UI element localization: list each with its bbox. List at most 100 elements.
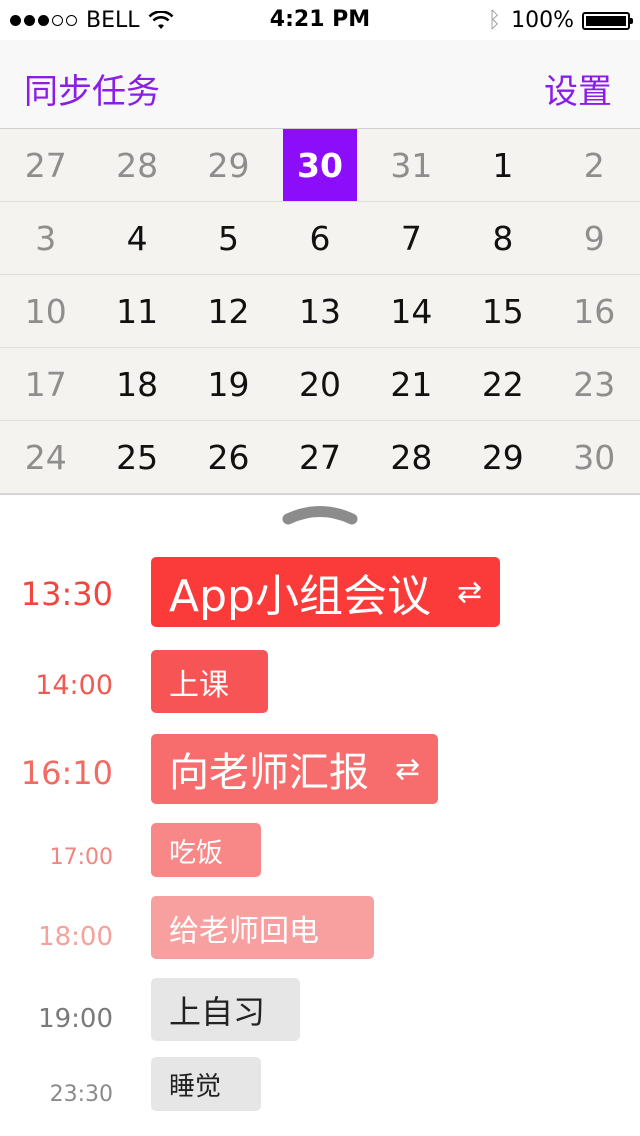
calendar-day[interactable]: 7 bbox=[366, 202, 457, 274]
calendar-day[interactable]: 6 bbox=[274, 202, 365, 274]
calendar-day-label: 28 bbox=[390, 437, 433, 477]
event-chip[interactable]: 向老师汇报 ⇄ bbox=[151, 734, 439, 804]
repeat-icon: ⇄ bbox=[456, 574, 483, 610]
calendar-day-label: 14 bbox=[390, 291, 433, 331]
calendar-day[interactable]: 30 bbox=[274, 129, 365, 201]
wifi-icon bbox=[148, 10, 173, 29]
event-chip[interactable]: 上课 bbox=[151, 650, 268, 713]
event-time: 13:30 bbox=[20, 575, 113, 613]
calendar-day-label: 3 bbox=[35, 218, 57, 258]
collapse-handle-icon[interactable] bbox=[282, 502, 358, 526]
calendar-day[interactable]: 2 bbox=[549, 129, 640, 201]
calendar-day-label: 30 bbox=[573, 437, 616, 477]
calendar-day[interactable]: 30 bbox=[549, 421, 640, 493]
calendar-day[interactable]: 31 bbox=[366, 129, 457, 201]
event-row: 17:00 吃饭 bbox=[0, 823, 640, 877]
calendar-week-row: 24 25 26 27 28 29 30 bbox=[0, 421, 640, 493]
calendar-day[interactable]: 27 bbox=[0, 129, 91, 201]
bluetooth-icon: ᛒ bbox=[487, 8, 502, 33]
event-chip[interactable]: 睡觉 bbox=[151, 1057, 261, 1111]
calendar-day-label: 13 bbox=[298, 291, 341, 331]
calendar-day[interactable]: 11 bbox=[91, 275, 182, 347]
calendar-day-label: 24 bbox=[24, 437, 67, 477]
calendar-day-label: 1 bbox=[492, 145, 514, 185]
calendar-day-label: 20 bbox=[298, 364, 341, 404]
calendar-day-label: 25 bbox=[116, 437, 159, 477]
calendar-day[interactable]: 5 bbox=[183, 202, 274, 274]
event-chip[interactable]: App小组会议 ⇄ bbox=[151, 557, 501, 627]
event-row: 23:30 睡觉 bbox=[0, 1057, 640, 1111]
calendar-grid: 27 28 29 30 31 1 2 3 4 5 6 7 8 9 10 11 12 13 14 15 16 17 18 19 2… bbox=[0, 129, 640, 493]
calendar-day[interactable]: 29 bbox=[457, 421, 548, 493]
status-left: BELL bbox=[10, 8, 174, 33]
event-title: App小组会议 bbox=[169, 571, 431, 622]
calendar-day[interactable]: 15 bbox=[457, 275, 548, 347]
calendar-day[interactable]: 3 bbox=[0, 202, 91, 274]
event-time: 17:00 bbox=[49, 845, 113, 870]
calendar-day[interactable]: 1 bbox=[457, 129, 548, 201]
event-chip[interactable]: 给老师回电 bbox=[151, 896, 374, 959]
calendar-day-label: 12 bbox=[207, 291, 250, 331]
event-row: 16:10 向老师汇报 ⇄ bbox=[0, 734, 640, 804]
carrier-label: BELL bbox=[86, 8, 140, 33]
calendar-day[interactable]: 17 bbox=[0, 348, 91, 420]
calendar-day[interactable]: 12 bbox=[183, 275, 274, 347]
calendar-day-label: 4 bbox=[126, 218, 148, 258]
calendar-day-label: 6 bbox=[309, 218, 331, 258]
event-chip[interactable]: 上自习 bbox=[151, 978, 300, 1041]
calendar-day[interactable]: 14 bbox=[366, 275, 457, 347]
calendar-day[interactable]: 8 bbox=[457, 202, 548, 274]
calendar-day[interactable]: 9 bbox=[549, 202, 640, 274]
calendar-day[interactable]: 19 bbox=[183, 348, 274, 420]
calendar-day[interactable]: 16 bbox=[549, 275, 640, 347]
calendar-day[interactable]: 10 bbox=[0, 275, 91, 347]
calendar-day[interactable]: 28 bbox=[91, 129, 182, 201]
settings-button[interactable]: 设置 bbox=[544, 64, 612, 113]
event-time: 16:10 bbox=[20, 754, 113, 792]
status-right: ᛒ 100% bbox=[487, 8, 633, 33]
calendar-day-label: 26 bbox=[207, 437, 250, 477]
calendar-day-label: 19 bbox=[207, 364, 250, 404]
calendar-day[interactable]: 23 bbox=[549, 348, 640, 420]
event-time: 19:00 bbox=[38, 1004, 113, 1034]
calendar-day-label: 2 bbox=[583, 145, 605, 185]
event-row: 13:30 App小组会议 ⇄ bbox=[0, 557, 640, 627]
calendar-day-label: 15 bbox=[481, 291, 524, 331]
calendar-day-label: 27 bbox=[24, 145, 67, 185]
calendar-day[interactable]: 29 bbox=[183, 129, 274, 201]
event-title: 向老师汇报 bbox=[169, 750, 369, 796]
calendar-day-label: 23 bbox=[573, 364, 616, 404]
navigation-bar: 同步任务 设置 bbox=[0, 40, 640, 129]
event-title: 睡觉 bbox=[169, 1071, 222, 1102]
calendar-day-label: 29 bbox=[481, 437, 524, 477]
calendar-day[interactable]: 25 bbox=[91, 421, 182, 493]
battery-percent: 100% bbox=[511, 8, 574, 33]
calendar-day[interactable]: 28 bbox=[366, 421, 457, 493]
calendar-day-label: 28 bbox=[116, 145, 159, 185]
calendar-day[interactable]: 21 bbox=[366, 348, 457, 420]
event-title: 吃饭 bbox=[169, 837, 223, 869]
calendar-day[interactable]: 18 bbox=[91, 348, 182, 420]
event-title: 上自习 bbox=[169, 992, 266, 1031]
calendar-day[interactable]: 13 bbox=[274, 275, 365, 347]
calendar-day[interactable]: 20 bbox=[274, 348, 365, 420]
event-time: 23:30 bbox=[49, 1082, 113, 1107]
calendar-day[interactable]: 27 bbox=[274, 421, 365, 493]
calendar-day-label: 30 bbox=[297, 145, 343, 185]
event-title: 上课 bbox=[169, 667, 229, 703]
calendar-day-label: 21 bbox=[390, 364, 433, 404]
event-chip[interactable]: 吃饭 bbox=[151, 823, 261, 877]
sync-tasks-button[interactable]: 同步任务 bbox=[24, 64, 160, 113]
event-title: 给老师回电 bbox=[169, 913, 319, 949]
calendar-day-label: 8 bbox=[492, 218, 514, 258]
calendar-day[interactable]: 24 bbox=[0, 421, 91, 493]
calendar-day-label: 27 bbox=[298, 437, 341, 477]
calendar-day[interactable]: 26 bbox=[183, 421, 274, 493]
calendar-week-row: 27 28 29 30 31 1 2 bbox=[0, 129, 640, 202]
calendar-day-label: 16 bbox=[573, 291, 616, 331]
status-bar: BELL 4:21 PM ᛒ 100% bbox=[0, 0, 640, 40]
calendar-day[interactable]: 22 bbox=[457, 348, 548, 420]
calendar-day-label: 9 bbox=[583, 218, 605, 258]
calendar-day[interactable]: 4 bbox=[91, 202, 182, 274]
calendar-day-label: 7 bbox=[400, 218, 422, 258]
